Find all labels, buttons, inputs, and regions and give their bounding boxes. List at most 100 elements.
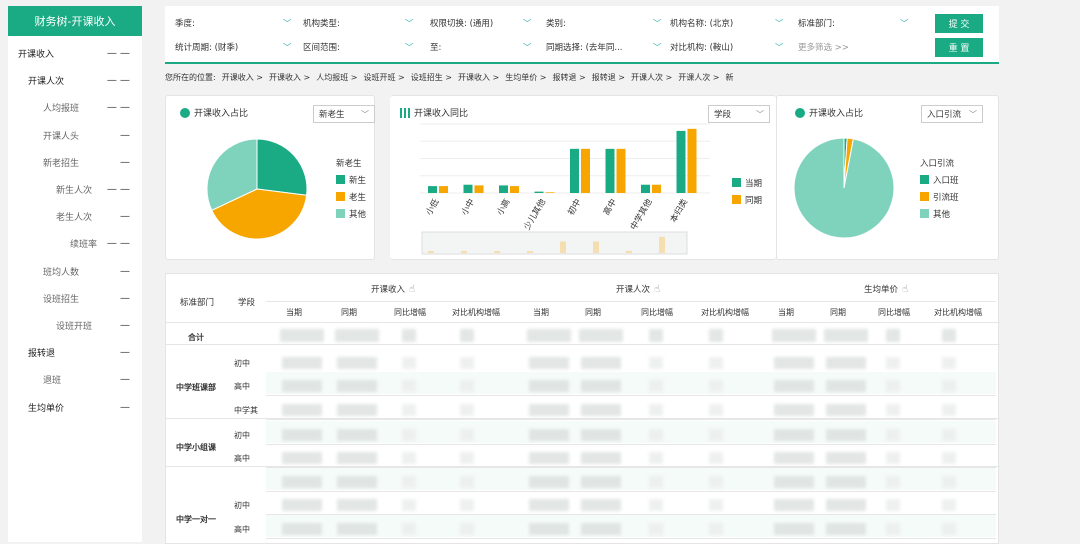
- collapse-mark-icon[interactable]: —: [120, 320, 130, 331]
- chevron-down-icon[interactable]: ﹀: [523, 16, 532, 30]
- sidebar-item[interactable]: 人均报班 — —: [8, 94, 142, 121]
- sidebar-item[interactable]: 班均人数 —: [8, 258, 142, 285]
- filter-field[interactable]: 权限切换: (通用): [430, 16, 493, 30]
- pie-slice[interactable]: [793, 137, 895, 239]
- bar[interactable]: [463, 184, 473, 193]
- chevron-down-icon[interactable]: ﹀: [283, 40, 292, 54]
- legend-item-other[interactable]: 其他: [336, 205, 366, 222]
- col-subheader[interactable]: 对比机构增幅: [934, 307, 982, 318]
- chart-zoom-scrollbar[interactable]: [421, 231, 688, 255]
- filter-field[interactable]: 类别:: [546, 16, 566, 30]
- col-subheader[interactable]: 当期: [778, 307, 794, 318]
- sidebar-item[interactable]: 退班 —: [8, 366, 142, 393]
- chevron-down-icon[interactable]: ﹀: [405, 40, 414, 54]
- breadcrumb-item[interactable]: 开课人次 >: [678, 72, 719, 83]
- bar[interactable]: [499, 185, 508, 193]
- col-subheader[interactable]: 同期: [585, 307, 601, 318]
- bar[interactable]: [439, 186, 448, 193]
- chevron-down-icon[interactable]: ﹀: [653, 16, 662, 30]
- sidebar-item[interactable]: 新老招生 —: [8, 149, 142, 176]
- bar[interactable]: [474, 185, 484, 193]
- collapse-mark-icon[interactable]: —: [120, 157, 130, 168]
- breadcrumb-item[interactable]: 设班招生 >: [411, 72, 452, 83]
- collapse-mark-icon[interactable]: —: [120, 347, 130, 358]
- card1-select[interactable]: 新老生 ﹀: [313, 105, 375, 123]
- reset-button[interactable]: 重 置: [935, 38, 983, 57]
- bar[interactable]: [428, 186, 437, 193]
- collapse-mark-icon[interactable]: —: [120, 130, 130, 141]
- breadcrumb-item[interactable]: 开课收入 >: [458, 72, 499, 83]
- filter-field[interactable]: 机构名称: (北京): [670, 16, 733, 30]
- col-group-header[interactable]: 生均单价: [864, 283, 898, 295]
- sidebar-item[interactable]: 设班开班 —: [8, 312, 142, 339]
- sidebar-item[interactable]: 开课人次 — —: [8, 67, 142, 94]
- collapse-mark-icon[interactable]: — —: [107, 184, 130, 195]
- chevron-down-icon[interactable]: ﹀: [775, 40, 784, 54]
- filter-field[interactable]: 机构类型:: [303, 16, 340, 30]
- sidebar-item[interactable]: 开课收入 — —: [8, 40, 142, 67]
- col-subheader[interactable]: 当期: [533, 307, 549, 318]
- col-subheader[interactable]: 同期: [830, 307, 846, 318]
- chevron-down-icon[interactable]: ﹀: [775, 16, 784, 30]
- collapse-mark-icon[interactable]: — —: [107, 102, 130, 113]
- col-subheader[interactable]: 同比增幅: [394, 307, 426, 318]
- breadcrumb-item[interactable]: 报转退 >: [552, 72, 585, 83]
- legend-item-drain[interactable]: 引流班: [920, 188, 959, 205]
- submit-button[interactable]: 提 交: [935, 14, 983, 33]
- sidebar-item[interactable]: 开课人头 —: [8, 122, 142, 149]
- breadcrumb-item[interactable]: 人均报班 >: [316, 72, 357, 83]
- bar[interactable]: [687, 128, 697, 193]
- pie-slice[interactable]: [256, 138, 308, 196]
- breadcrumb-item[interactable]: 开课人次 >: [631, 72, 672, 83]
- col-group-header[interactable]: 开课人次: [616, 283, 650, 295]
- breadcrumb-item[interactable]: 生均单价 >: [505, 72, 546, 83]
- legend-item-current[interactable]: 当期: [732, 174, 762, 191]
- sidebar-item[interactable]: 生均单价 —: [8, 393, 142, 420]
- breadcrumb-item[interactable]: 新: [725, 72, 733, 83]
- sidebar-item[interactable]: 报转退 —: [8, 339, 142, 366]
- breadcrumb-item[interactable]: 开课收入 >: [222, 72, 263, 83]
- sidebar-item[interactable]: 新生人次 — —: [8, 176, 142, 203]
- collapse-mark-icon[interactable]: —: [120, 266, 130, 277]
- chevron-down-icon[interactable]: ﹀: [653, 40, 662, 54]
- filter-field[interactable]: 同期选择: (去年同...: [546, 40, 623, 54]
- filter-field[interactable]: 更多筛选 >>: [798, 40, 849, 54]
- chevron-down-icon[interactable]: ﹀: [523, 40, 532, 54]
- chevron-down-icon[interactable]: ﹀: [283, 16, 292, 30]
- collapse-mark-icon[interactable]: — —: [107, 75, 130, 86]
- collapse-mark-icon[interactable]: —: [120, 211, 130, 222]
- filter-field[interactable]: 标准部门:: [798, 16, 835, 30]
- filter-field[interactable]: 区间范围:: [303, 40, 340, 54]
- bar[interactable]: [534, 191, 544, 193]
- bar[interactable]: [641, 184, 650, 193]
- card3-select[interactable]: 入口引流 ﹀: [921, 105, 983, 123]
- breadcrumb-item[interactable]: 开课收入 >: [269, 72, 310, 83]
- bar[interactable]: [676, 130, 686, 193]
- legend-item-entry[interactable]: 入口班: [920, 171, 959, 188]
- col-subheader[interactable]: 对比机构增幅: [701, 307, 749, 318]
- bar[interactable]: [545, 192, 555, 193]
- bar[interactable]: [510, 186, 519, 193]
- collapse-mark-icon[interactable]: —: [120, 402, 130, 413]
- collapse-mark-icon[interactable]: —: [120, 293, 130, 304]
- bar[interactable]: [581, 148, 590, 193]
- legend-item-last-year[interactable]: 同期: [732, 191, 762, 208]
- bar[interactable]: [570, 148, 579, 193]
- filter-field[interactable]: 季度:: [175, 16, 195, 30]
- sidebar-item[interactable]: 设班招生 —: [8, 285, 142, 312]
- col-group-header[interactable]: 开课收入: [371, 283, 405, 295]
- col-subheader[interactable]: 同比增幅: [641, 307, 673, 318]
- legend-item-other[interactable]: 其他: [920, 205, 959, 222]
- legend-item-old[interactable]: 老生: [336, 188, 366, 205]
- col-subheader[interactable]: 同期: [341, 307, 357, 318]
- filter-field[interactable]: 对比机构: (鞍山): [670, 40, 733, 54]
- col-subheader[interactable]: 同比增幅: [878, 307, 910, 318]
- bar[interactable]: [616, 148, 626, 193]
- sidebar-item[interactable]: 老生人次 —: [8, 203, 142, 230]
- col-subheader[interactable]: 当期: [286, 307, 302, 318]
- bar[interactable]: [652, 184, 661, 193]
- breadcrumb-item[interactable]: 设班开班 >: [363, 72, 404, 83]
- collapse-mark-icon[interactable]: —: [120, 374, 130, 385]
- chevron-down-icon[interactable]: ﹀: [405, 16, 414, 30]
- breadcrumb-item[interactable]: 报转退 >: [592, 72, 625, 83]
